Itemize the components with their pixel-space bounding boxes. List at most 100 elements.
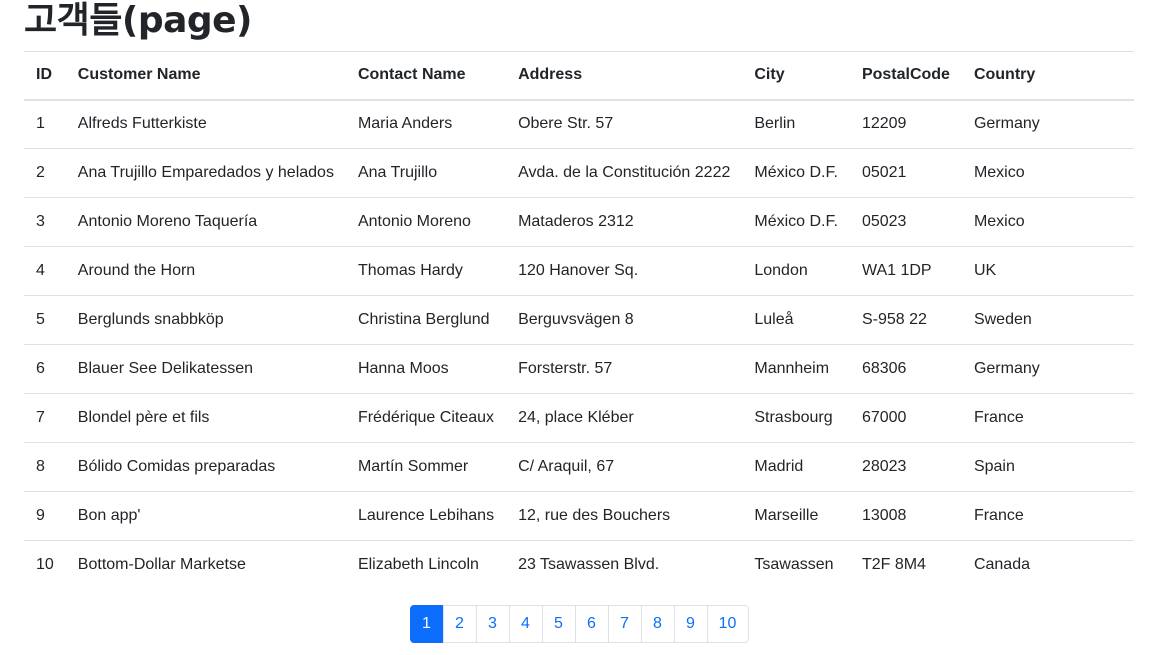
table-row: 1 Alfreds Futterkiste Maria Anders Obere St…	[24, 99, 1134, 149]
cell-contact-name: Frédérique Citeaux	[345, 393, 507, 443]
cell-country: Spain	[961, 442, 1134, 492]
cell-city: Tsawassen	[754, 556, 834, 574]
cell-contact-name: Antonio Moreno	[345, 197, 507, 247]
cell-address: 23 Tsawassen Blvd.	[518, 556, 660, 574]
cell-postal-code: 12209	[849, 99, 962, 149]
cell-city: México D.F.	[742, 197, 850, 247]
cell-id: 7	[24, 393, 66, 443]
cell-contact-name: Ana Trujillo	[345, 148, 507, 198]
cell-postal-code: S-958 22	[849, 295, 962, 345]
page-item: 4	[508, 604, 543, 643]
table-row: 10 Bottom-Dollar Marketse Elizabeth Lincol…	[24, 541, 1134, 590]
cell-customer-name: Blauer See Delikatessen	[65, 344, 346, 394]
cell-country: Mexico	[961, 197, 1134, 247]
cell-customer-name: Alfreds Futterkiste	[65, 99, 346, 149]
cell-contact-name: Thomas Hardy	[345, 246, 507, 296]
table-row: 5 Berglunds snabbköp Christina Berglund Ber…	[24, 295, 1134, 345]
page-item: 3	[475, 604, 510, 643]
page-item: 7	[607, 604, 642, 643]
table-header-row: ID Customer Name Contact Name Address Ci…	[24, 51, 1134, 101]
cell-customer-name: Berglunds snabbköp	[65, 295, 346, 345]
cell-country: France	[961, 393, 1134, 443]
cell-city: Berlin	[742, 99, 850, 149]
page-link-5[interactable]: 5	[541, 604, 576, 643]
cell-postal-code: 28023	[849, 442, 962, 492]
page-link-7[interactable]: 7	[607, 604, 642, 643]
cell-address: 12, rue des Bouchers	[506, 491, 743, 541]
table-row: 2 Ana Trujillo Emparedados y helados Ana T…	[24, 148, 1134, 198]
page-item: 9	[673, 604, 708, 643]
page-link-3[interactable]: 3	[475, 604, 510, 643]
cell-postal-code: 05021	[849, 148, 962, 198]
cell-city: Luleå	[742, 295, 850, 345]
column-header-postal-code: PostalCode	[849, 51, 962, 101]
cell-customer-name: Bottom-Dollar Marketse	[77, 556, 246, 574]
cell-postal-code: 68306	[849, 344, 962, 394]
cell-city: México D.F.	[742, 148, 850, 198]
cell-address: 24, place Kléber	[506, 393, 743, 443]
cell-country: UK	[961, 246, 1134, 296]
page-link-6[interactable]: 6	[574, 604, 609, 643]
page-item: 10	[706, 604, 749, 643]
cell-city: Mannheim	[742, 344, 850, 394]
cell-customer-name: Ana Trujillo Emparedados y helados	[65, 148, 346, 198]
cell-customer-name: Bólido Comidas preparadas	[65, 442, 346, 492]
page-item: 1	[409, 604, 444, 643]
cell-address: C/ Araquil, 67	[506, 442, 743, 492]
table-header: ID Customer Name Contact Name Address Ci…	[24, 51, 1134, 101]
cell-id: 9	[24, 491, 66, 541]
column-header-country: Country	[961, 51, 1134, 101]
page-link-8[interactable]: 8	[640, 604, 675, 643]
cell-customer-name: Blondel père et fils	[65, 393, 346, 443]
page-link-10[interactable]: 10	[706, 604, 749, 643]
page-title: 고객들(page)	[24, 0, 253, 41]
table-row: 4 Around the Horn Thomas Hardy 120 Hanover …	[24, 246, 1134, 296]
table-row: 3 Antonio Moreno Taquería Antonio Moreno Ma…	[24, 197, 1134, 247]
cell-contact-name: Martín Sommer	[345, 442, 507, 492]
cell-country: Sweden	[961, 295, 1134, 345]
cell-customer-name: Around the Horn	[65, 246, 346, 296]
cell-contact-name: Laurence Lebihans	[345, 491, 507, 541]
cell-city: Marseille	[742, 491, 850, 541]
customers-table: ID Customer Name Contact Name Address Ci…	[24, 51, 1134, 590]
page-item: 8	[640, 604, 675, 643]
cell-address: Mataderos 2312	[506, 197, 743, 247]
cell-country: France	[961, 491, 1134, 541]
table-row: 8 Bólido Comidas preparadas Martín Sommer C…	[24, 442, 1134, 492]
cell-id: 8	[24, 442, 66, 492]
cell-city: London	[742, 246, 850, 296]
cell-country: Canada	[973, 556, 1030, 574]
cell-country: Mexico	[961, 148, 1134, 198]
column-header-id: ID	[24, 51, 66, 101]
cell-id: 4	[24, 246, 66, 296]
cell-postal-code: 13008	[849, 491, 962, 541]
cell-country: Germany	[961, 344, 1134, 394]
table-body: 1 Alfreds Futterkiste Maria Anders Obere St…	[24, 99, 1134, 590]
table-row: 6 Blauer See Delikatessen Hanna Moos Forste…	[24, 344, 1134, 394]
cell-id: 1	[24, 99, 66, 149]
column-header-address: Address	[506, 51, 743, 101]
cell-contact-name: Christina Berglund	[345, 295, 507, 345]
cell-id: 5	[24, 295, 66, 345]
cell-address: 120 Hanover Sq.	[506, 246, 743, 296]
cell-id: 10	[36, 556, 54, 574]
page-link-1[interactable]: 1	[409, 604, 444, 643]
cell-postal-code: 05023	[849, 197, 962, 247]
cell-customer-name: Bon app'	[65, 491, 346, 541]
cell-contact-name: Elizabeth Lincoln	[357, 556, 479, 574]
cell-customer-name: Antonio Moreno Taquería	[65, 197, 346, 247]
page-link-4[interactable]: 4	[508, 604, 543, 643]
cell-city: Madrid	[742, 442, 850, 492]
column-header-city: City	[742, 51, 850, 101]
page-link-9[interactable]: 9	[673, 604, 708, 643]
page-item: 2	[442, 604, 477, 643]
cell-id: 3	[24, 197, 66, 247]
cell-country: Germany	[961, 99, 1134, 149]
cell-postal-code: T2F 8M4	[861, 556, 926, 574]
page-link-2[interactable]: 2	[442, 604, 477, 643]
cell-id: 6	[24, 344, 66, 394]
cell-city: Strasbourg	[742, 393, 850, 443]
column-header-customer-name: Customer Name	[65, 51, 346, 101]
column-header-contact-name: Contact Name	[345, 51, 507, 101]
table-row: 7 Blondel père et fils Frédérique Citeaux 2…	[24, 393, 1134, 443]
